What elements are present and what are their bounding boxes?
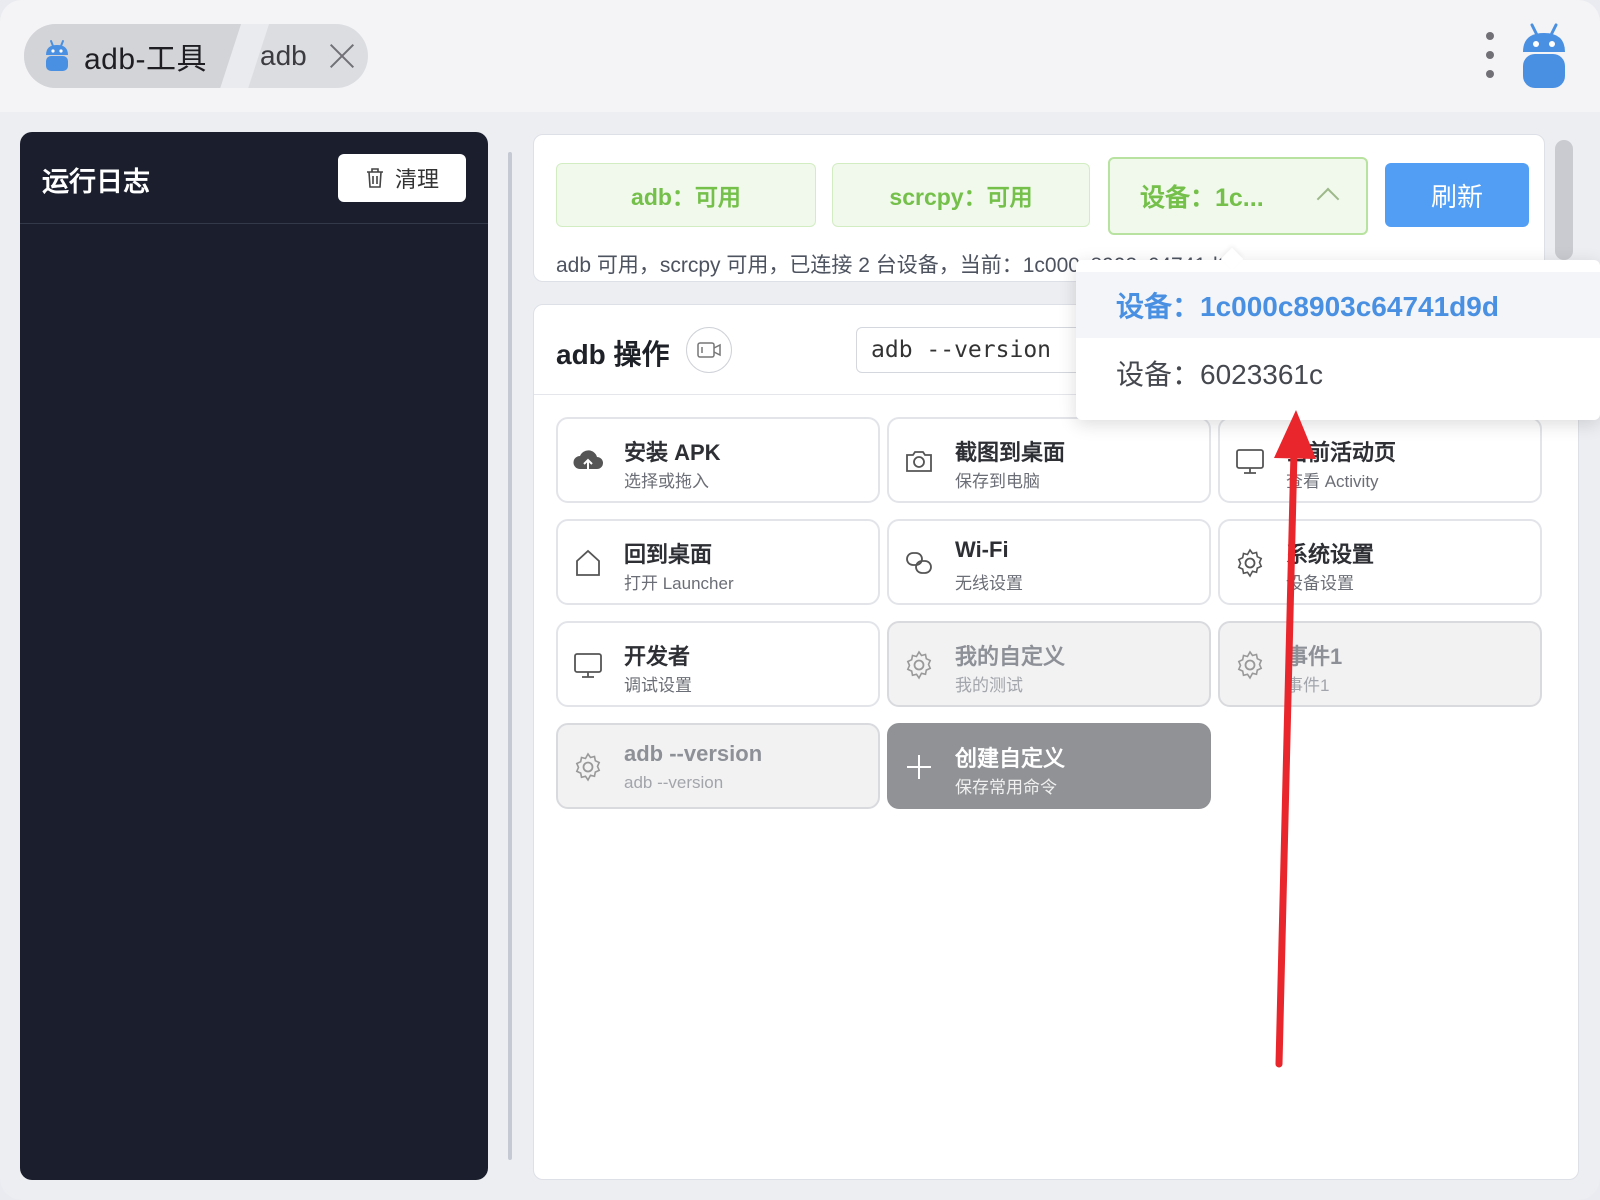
cloud-upload-icon (573, 450, 603, 470)
app-window: adb-工具 adb 运行日志 清理 adb：可用 scrcpy：可用 设备：1… (0, 0, 1600, 1200)
card-title: adb --version (624, 741, 763, 766)
scrollbar-thumb[interactable] (1555, 140, 1573, 260)
wifi-settings-button[interactable]: Wi-Fi 无线设置 (887, 519, 1211, 605)
android-icon (46, 40, 68, 71)
screen-record-button[interactable] (686, 327, 732, 373)
card-subtitle: 我的测试 (955, 676, 1023, 695)
card-subtitle: 无线设置 (955, 574, 1023, 593)
gear-icon (575, 752, 601, 782)
tab-adb-tool[interactable]: adb-工具 (24, 24, 244, 88)
camera-icon (906, 451, 932, 472)
device-dropdown: 设备：1c000c8903c64741d9d 设备：6023361c (1076, 260, 1600, 420)
screenshot-button[interactable]: 截图到桌面 保存到电脑 (887, 417, 1211, 503)
card-title: 系统设置 (1286, 542, 1375, 567)
card-subtitle: 查看 Activity (1286, 472, 1379, 491)
card-title: 安装 APK (624, 440, 721, 465)
device-select-value: 设备：1c... (1140, 184, 1264, 212)
developer-options-button[interactable]: 开发者 调试设置 (556, 621, 880, 707)
card-subtitle: 保存到电脑 (955, 472, 1040, 491)
card-title: 我的自定义 (955, 644, 1066, 669)
ops-title: adb 操作 (556, 339, 670, 370)
android-logo-icon (1523, 23, 1565, 88)
card-title: 回到桌面 (624, 542, 713, 567)
card-subtitle: 调试设置 (624, 676, 692, 695)
device-option[interactable]: 设备：6023361c (1076, 340, 1600, 406)
gear-icon (1237, 548, 1263, 578)
adb-status-badge: adb：可用 (556, 163, 816, 227)
card-title: 当前活动页 (1286, 440, 1397, 465)
adb-version-button[interactable]: adb --version adb --version (556, 723, 880, 809)
log-header: 运行日志 清理 (20, 132, 488, 224)
card-subtitle: 保存常用命令 (955, 778, 1057, 797)
tab-group: adb-工具 adb (24, 24, 368, 88)
card-subtitle: 事件1 (1286, 676, 1330, 695)
card-subtitle: 选择或拖入 (624, 472, 709, 491)
plus-icon (907, 755, 931, 779)
title-bar: adb-工具 adb (0, 0, 1600, 112)
video-camera-icon (697, 342, 721, 358)
card-subtitle: adb --version (624, 773, 724, 792)
clear-log-button[interactable]: 清理 (338, 154, 466, 202)
scrcpy-status-badge: scrcpy：可用 (832, 163, 1090, 227)
go-home-button[interactable]: 回到桌面 打开 Launcher (556, 519, 880, 605)
monitor-icon (574, 653, 602, 678)
device-option-selected[interactable]: 设备：1c000c8903c64741d9d (1076, 272, 1600, 338)
app-title: adb-工具 (84, 43, 208, 76)
gear-icon (1237, 650, 1263, 680)
more-menu-icon[interactable] (1480, 32, 1500, 78)
clear-log-label: 清理 (394, 167, 439, 192)
system-settings-button[interactable]: 系统设置 设备设置 (1218, 519, 1542, 605)
install-apk-button[interactable]: 安装 APK 选择或拖入 (556, 417, 880, 503)
log-title: 运行日志 (42, 167, 150, 197)
trash-icon (366, 168, 383, 188)
create-custom-button[interactable]: 创建自定义 保存常用命令 (887, 723, 1211, 809)
close-icon[interactable] (329, 43, 355, 69)
gear-icon (906, 650, 932, 680)
card-subtitle: 设备设置 (1286, 574, 1354, 593)
card-title: 截图到桌面 (955, 440, 1066, 465)
link-icon (906, 552, 932, 574)
tab-adb-label: adb (260, 40, 307, 71)
device-select[interactable]: 设备：1c... (1108, 157, 1368, 235)
command-input[interactable] (856, 327, 1096, 373)
panel-splitter[interactable] (508, 152, 512, 1160)
tab-adb[interactable]: adb (260, 24, 355, 88)
card-title: Wi-Fi (955, 537, 1009, 562)
card-title: 事件1 (1286, 644, 1343, 669)
custom-command-button[interactable]: 我的自定义 我的测试 (887, 621, 1211, 707)
home-icon (576, 549, 600, 576)
current-activity-button[interactable]: 当前活动页 查看 Activity (1218, 417, 1542, 503)
card-title: 创建自定义 (955, 746, 1066, 771)
adb-ops-panel: adb 操作 安装 APK 选择或拖入 (533, 304, 1579, 1180)
refresh-button[interactable]: 刷新 (1385, 163, 1529, 227)
event1-button[interactable]: 事件1 事件1 (1218, 621, 1542, 707)
card-subtitle: 打开 Launcher (624, 574, 734, 593)
chevron-up-icon (1316, 187, 1340, 211)
card-title: 开发者 (624, 644, 691, 669)
monitor-icon (1236, 449, 1264, 474)
log-panel: 运行日志 清理 (20, 132, 488, 1180)
